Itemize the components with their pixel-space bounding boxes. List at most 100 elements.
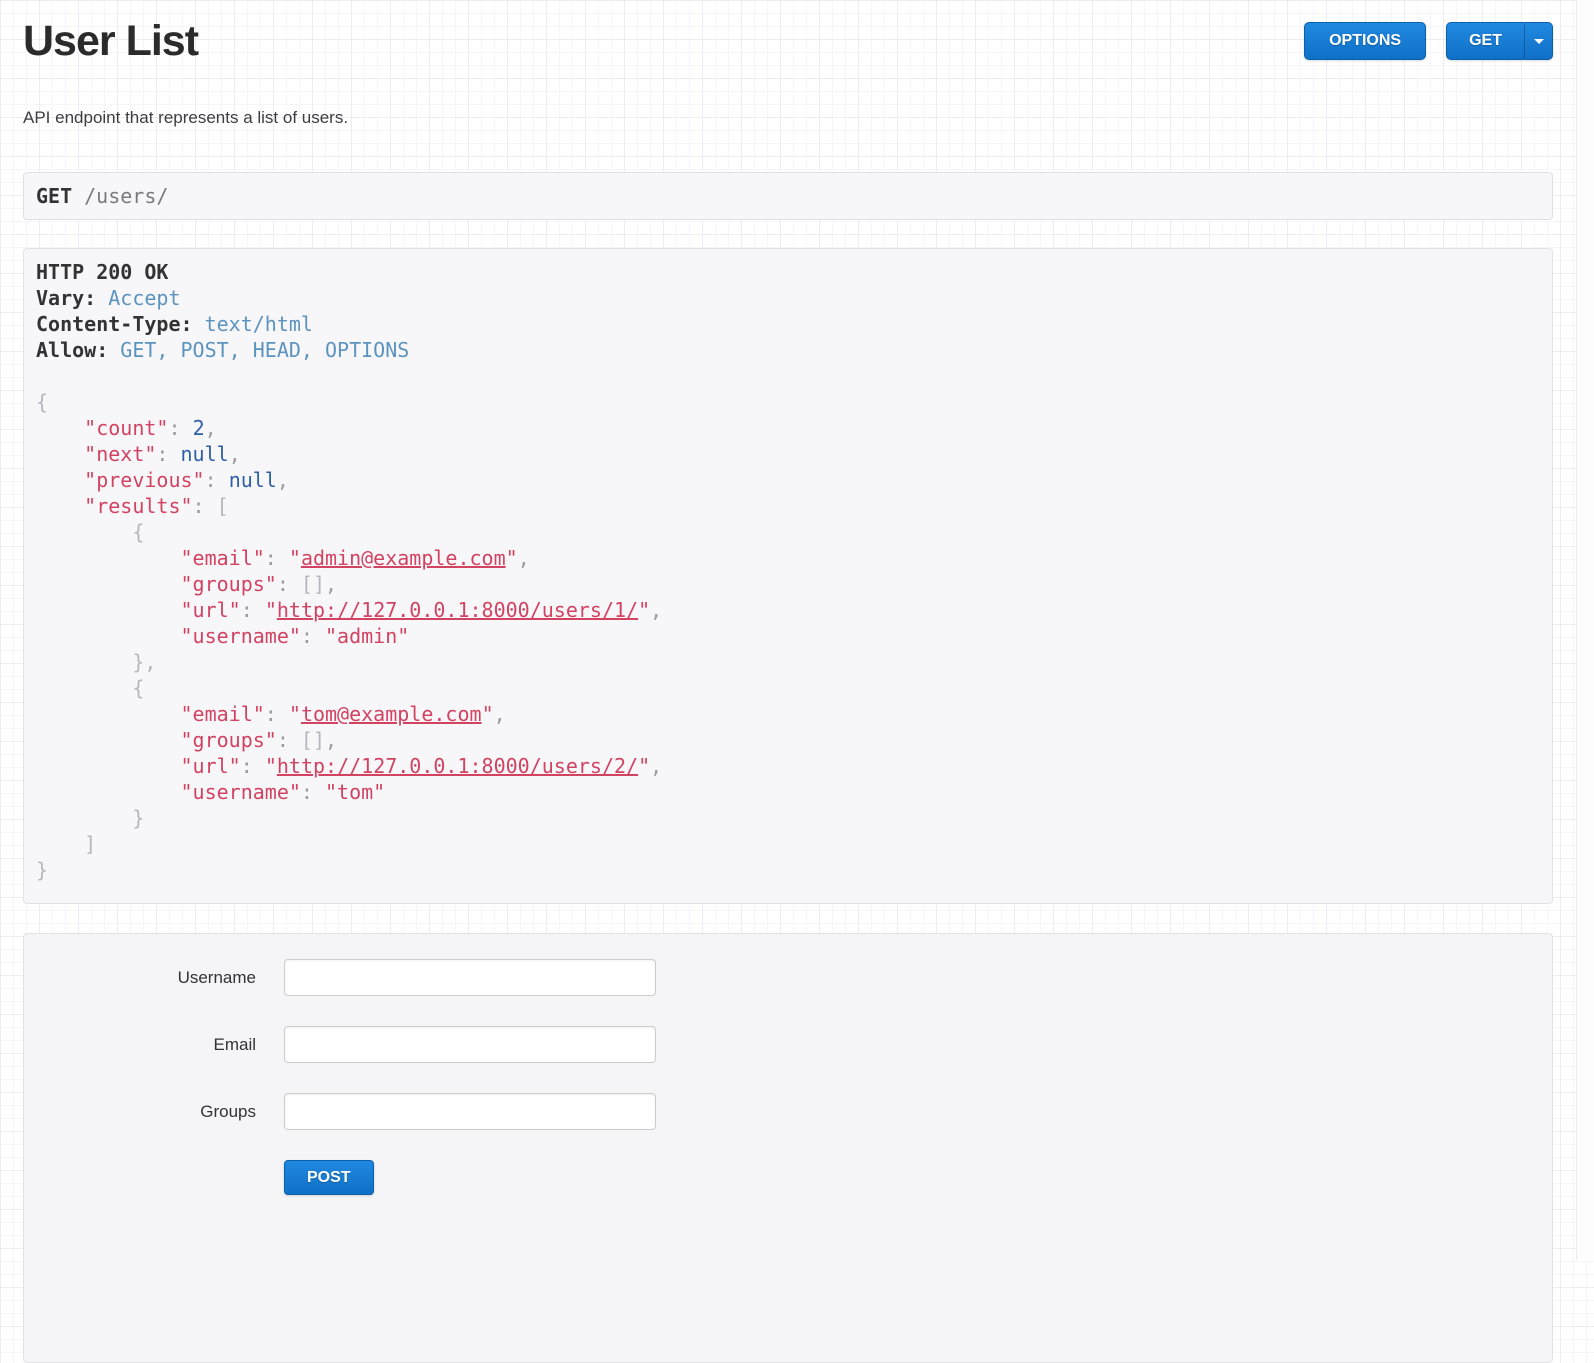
code-token: " <box>638 754 650 778</box>
post-form-panel: Username Email Groups POST <box>23 933 1553 1363</box>
code-token: null <box>229 468 277 492</box>
code-token: { <box>132 520 144 544</box>
code-token <box>36 832 84 856</box>
code-token: " <box>482 702 494 726</box>
code-token: "email" <box>181 702 265 726</box>
code-token: { <box>132 676 144 700</box>
code-token: } <box>132 806 144 830</box>
post-button[interactable]: POST <box>284 1160 374 1195</box>
code-token <box>36 416 84 440</box>
form-fields: Username Email Groups <box>24 959 1552 1130</box>
code-token: "tom" <box>325 780 385 804</box>
code-token: "results" <box>84 494 192 518</box>
code-token <box>36 702 181 726</box>
code-token: "email" <box>181 546 265 570</box>
code-token <box>36 442 84 466</box>
code-token: "next" <box>84 442 156 466</box>
get-button-group: GET <box>1446 22 1553 60</box>
options-button[interactable]: OPTIONS <box>1304 22 1426 60</box>
response-link[interactable]: tom@example.com <box>301 702 482 726</box>
code-token: "url" <box>181 598 241 622</box>
groups-row: Groups <box>24 1093 1552 1130</box>
code-token: "admin" <box>325 624 409 648</box>
code-token <box>36 754 181 778</box>
email-row: Email <box>24 1026 1552 1063</box>
email-label: Email <box>24 1035 256 1055</box>
username-input[interactable] <box>284 959 656 996</box>
code-token <box>193 312 205 336</box>
code-token: "url" <box>181 754 241 778</box>
request-line: GET/users/ <box>23 172 1553 220</box>
code-token: " <box>265 754 277 778</box>
code-token <box>36 546 181 570</box>
response-link[interactable]: http://127.0.0.1:8000/users/1/ <box>277 598 638 622</box>
code-token: } <box>36 858 48 882</box>
code-token: : <box>265 546 289 570</box>
code-token: " <box>638 598 650 622</box>
code-token: , <box>650 754 662 778</box>
code-token: : <box>193 494 217 518</box>
page: OPTIONS GET User List API endpoint that … <box>23 0 1553 1363</box>
code-token: [] <box>301 572 325 596</box>
endpoint-description: API endpoint that represents a list of u… <box>23 108 1553 128</box>
code-token: , <box>325 572 337 596</box>
code-token: , <box>494 702 506 726</box>
code-token: text/html <box>205 312 313 336</box>
code-token <box>96 286 108 310</box>
code-token: Vary: <box>36 286 96 310</box>
groups-label: Groups <box>24 1102 256 1122</box>
response-panel: HTTP 200 OK Vary: Accept Content-Type: t… <box>23 248 1553 904</box>
code-token: "count" <box>84 416 168 440</box>
code-token <box>108 338 120 362</box>
toolbar: OPTIONS GET <box>1304 22 1553 60</box>
code-token <box>36 650 132 674</box>
code-token: : <box>241 598 265 622</box>
request-path: /users/ <box>84 184 168 208</box>
code-token: " <box>265 598 277 622</box>
code-token <box>36 572 181 596</box>
code-token: [ <box>217 494 229 518</box>
scrollbar-gutter <box>1576 0 1594 1260</box>
code-token <box>36 494 84 518</box>
code-token: null <box>181 442 229 466</box>
response-body: HTTP 200 OK Vary: Accept Content-Type: t… <box>36 259 1540 883</box>
code-token: " <box>506 546 518 570</box>
code-token: , <box>325 728 337 752</box>
code-token: " <box>289 546 301 570</box>
code-token <box>36 780 181 804</box>
code-token: : <box>277 728 301 752</box>
code-token <box>36 598 181 622</box>
code-token: , <box>518 546 530 570</box>
code-token: ] <box>84 832 96 856</box>
get-dropdown-toggle[interactable] <box>1525 22 1553 60</box>
code-token <box>36 520 132 544</box>
code-token: : <box>205 468 229 492</box>
code-token: Content-Type: <box>36 312 193 336</box>
code-token: "previous" <box>84 468 204 492</box>
code-token <box>36 728 181 752</box>
username-label: Username <box>24 968 256 988</box>
email-input[interactable] <box>284 1026 656 1063</box>
code-token: Allow: <box>36 338 108 362</box>
code-token: , <box>650 598 662 622</box>
get-button[interactable]: GET <box>1446 22 1525 60</box>
code-token: "groups" <box>181 572 277 596</box>
response-link[interactable]: admin@example.com <box>301 546 506 570</box>
code-token <box>36 624 181 648</box>
code-token: : <box>301 624 325 648</box>
code-token: "username" <box>181 780 301 804</box>
code-token: "username" <box>181 624 301 648</box>
code-token: Accept <box>108 286 180 310</box>
username-row: Username <box>24 959 1552 996</box>
groups-input[interactable] <box>284 1093 656 1130</box>
code-token: : <box>241 754 265 778</box>
code-token: 2 <box>193 416 205 440</box>
code-token: HTTP 200 OK <box>36 260 168 284</box>
code-token: " <box>289 702 301 726</box>
request-method: GET <box>36 184 72 208</box>
code-token <box>36 806 132 830</box>
caret-down-icon <box>1534 39 1544 44</box>
code-token: : <box>168 416 192 440</box>
response-link[interactable]: http://127.0.0.1:8000/users/2/ <box>277 754 638 778</box>
code-token <box>36 468 84 492</box>
